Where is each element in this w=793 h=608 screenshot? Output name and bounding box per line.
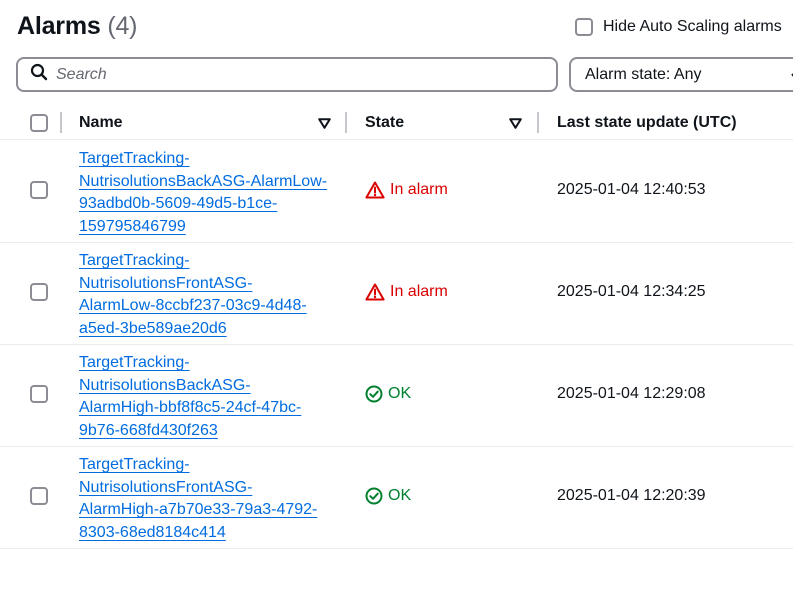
row-checkbox[interactable] xyxy=(30,283,48,301)
alarm-name-line: 9b76-668fd430f263 xyxy=(79,421,218,439)
status-text: In alarm xyxy=(390,181,448,198)
column-divider[interactable] xyxy=(345,112,347,133)
alarm-count: (4) xyxy=(107,12,138,40)
alarm-name-line: TargetTracking- xyxy=(79,150,190,167)
alarm-name-line: AlarmHigh-a7b70e33-79a3-4792- xyxy=(79,501,318,518)
alarm-name-link[interactable]: TargetTracking- NutrisolutionsBackASG-Ala… xyxy=(79,148,339,238)
column-header-last-update: Last state update (UTC) xyxy=(557,114,737,131)
check-circle-icon xyxy=(365,385,383,403)
alarm-name-line: NutrisolutionsBackASG-AlarmLow- xyxy=(79,172,328,190)
last-update-time: 2025-01-04 12:29:08 xyxy=(557,385,706,402)
hide-autoscaling-toggle[interactable]: Hide Auto Scaling alarms xyxy=(575,18,782,36)
alarm-state-select[interactable]: Alarm state: Any xyxy=(569,57,793,92)
table-row: TargetTracking- NutrisolutionsBackASG-Ala… xyxy=(0,141,793,243)
column-divider xyxy=(60,112,62,133)
column-divider[interactable] xyxy=(537,112,539,133)
warning-icon xyxy=(365,181,385,199)
status-indicator: OK xyxy=(365,385,411,403)
row-checkbox[interactable] xyxy=(30,487,48,505)
alarm-name-line: NutrisolutionsBackASG- xyxy=(79,376,251,394)
alarm-name-link[interactable]: TargetTracking- NutrisolutionsFrontASG- Al… xyxy=(79,454,339,544)
table-row: TargetTracking- NutrisolutionsFrontASG- Al… xyxy=(0,447,793,549)
alarm-name-link[interactable]: TargetTracking- NutrisolutionsFrontASG- Al… xyxy=(79,250,339,340)
status-text: In alarm xyxy=(390,283,448,300)
check-circle-icon xyxy=(365,487,383,505)
hide-autoscaling-checkbox[interactable] xyxy=(575,18,593,36)
alarm-name-line: 159795846799 xyxy=(79,217,186,235)
last-update-time: 2025-01-04 12:40:53 xyxy=(557,181,706,198)
column-header-name[interactable]: Name xyxy=(79,114,123,132)
alarm-name-line: AlarmLow-8ccbf237-03c9-4d48- xyxy=(79,297,307,314)
title-text: Alarms xyxy=(17,12,101,40)
status-text: OK xyxy=(388,487,412,504)
select-all-checkbox[interactable] xyxy=(30,114,48,132)
status-indicator: OK xyxy=(365,487,411,505)
last-update-time: 2025-01-04 12:34:25 xyxy=(557,283,706,300)
last-update-time: 2025-01-04 12:20:39 xyxy=(557,487,706,504)
table-row: TargetTracking- NutrisolutionsFrontASG- Al… xyxy=(0,243,793,345)
page-header: Alarms (4) xyxy=(17,12,137,41)
row-checkbox[interactable] xyxy=(30,385,48,403)
status-indicator: In alarm xyxy=(365,181,448,199)
alarm-name-line: TargetTracking- xyxy=(79,354,190,371)
sort-down-icon[interactable] xyxy=(318,116,331,134)
search-icon xyxy=(30,63,48,86)
status-text: OK xyxy=(388,385,412,402)
alarm-name-line: 93adbd0b-5609-49d5-b1ce- xyxy=(79,195,278,212)
alarm-name-line: NutrisolutionsFrontASG- xyxy=(79,478,253,496)
alarm-name-line: TargetTracking- xyxy=(79,456,190,473)
alarm-name-line: TargetTracking- xyxy=(79,252,190,269)
page-title: Alarms (4) xyxy=(17,12,137,40)
table-row: TargetTracking- NutrisolutionsBackASG- Ala… xyxy=(0,345,793,447)
alarm-name-line: AlarmHigh-bbf8f8c5-24cf-47bc- xyxy=(79,399,302,416)
column-header-state[interactable]: State xyxy=(365,114,404,132)
search-input[interactable]: Search xyxy=(16,57,558,92)
alarm-name-line: NutrisolutionsFrontASG- xyxy=(79,274,253,292)
row-checkbox[interactable] xyxy=(30,181,48,199)
table-header: Name State Last state update (UTC) xyxy=(0,104,793,140)
status-indicator: In alarm xyxy=(365,283,448,301)
alarm-name-line: a5ed-3be589ae20d6 xyxy=(79,319,227,337)
search-placeholder: Search xyxy=(56,65,107,83)
alarm-name-link[interactable]: TargetTracking- NutrisolutionsBackASG- Ala… xyxy=(79,352,339,442)
alarm-name-line: 8303-68ed8184c414 xyxy=(79,523,226,541)
sort-down-icon[interactable] xyxy=(509,116,522,134)
warning-icon xyxy=(365,283,385,301)
alarm-state-value: Alarm state: Any xyxy=(585,65,702,83)
hide-autoscaling-label: Hide Auto Scaling alarms xyxy=(603,18,782,35)
